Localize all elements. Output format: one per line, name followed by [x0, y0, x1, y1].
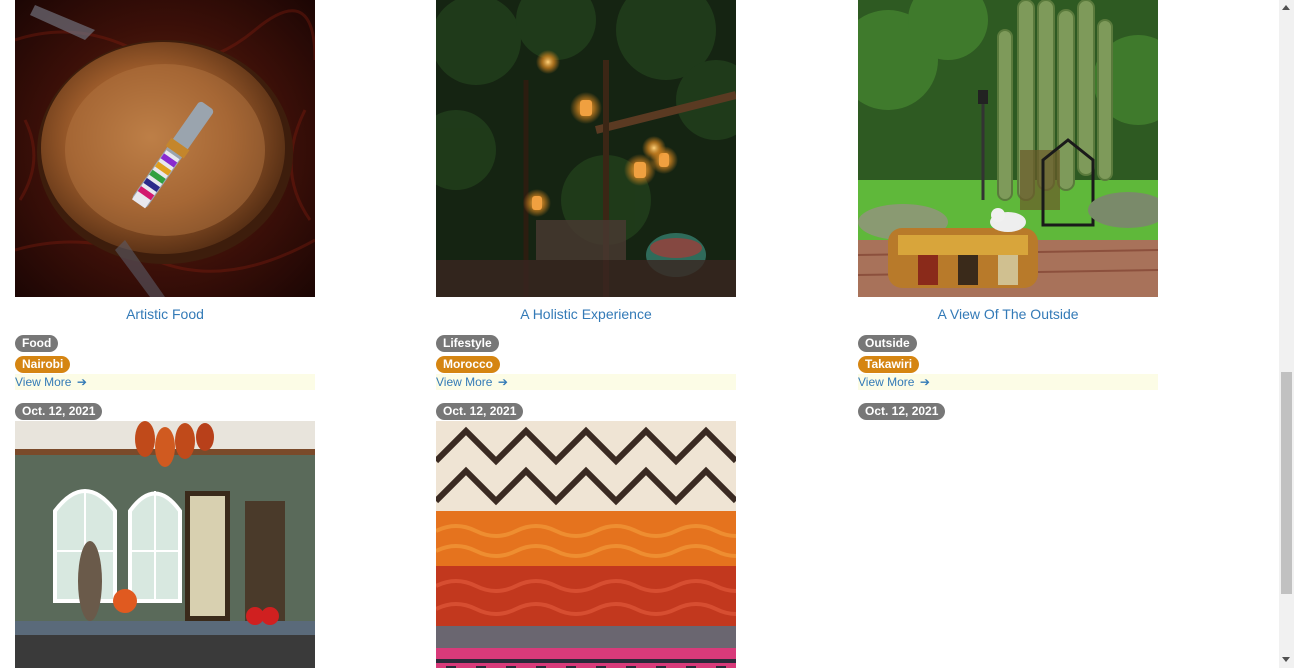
date-badge: Oct. 12, 2021: [15, 403, 103, 420]
view-more-label: View More: [858, 375, 915, 389]
view-more-link[interactable]: View More ➔: [858, 374, 1158, 390]
post-image-garden[interactable]: [858, 0, 1158, 297]
blog-grid: Artistic Food Food Nairobi View More ➔ O…: [0, 0, 1279, 668]
scroll-down-icon[interactable]: [1282, 657, 1290, 662]
post-image-bowl[interactable]: [15, 0, 315, 297]
post-image-lanterns[interactable]: [436, 0, 736, 297]
location-badge[interactable]: Morocco: [436, 356, 501, 373]
date-badge: Oct. 12, 2021: [436, 403, 524, 420]
arrow-right-icon: ➔: [919, 375, 930, 389]
scroll-up-icon[interactable]: [1282, 5, 1290, 10]
post-image-textiles[interactable]: [436, 421, 736, 668]
post-title-link[interactable]: A View Of The Outside: [858, 306, 1158, 322]
arrow-right-icon: ➔: [497, 375, 508, 389]
scrollbar-thumb[interactable]: [1281, 372, 1292, 594]
category-badge[interactable]: Lifestyle: [436, 335, 499, 352]
location-badge[interactable]: Takawiri: [858, 356, 920, 373]
post-title-link[interactable]: A Holistic Experience: [436, 306, 736, 322]
view-more-link[interactable]: View More ➔: [436, 374, 736, 390]
arrow-right-icon: ➔: [76, 375, 87, 389]
category-badge[interactable]: Food: [15, 335, 59, 352]
view-more-link[interactable]: View More ➔: [15, 374, 315, 390]
date-badge: Oct. 12, 2021: [858, 403, 946, 420]
vertical-scrollbar[interactable]: [1279, 0, 1294, 668]
view-more-label: View More: [15, 375, 72, 389]
post-image-dining-room[interactable]: [15, 421, 315, 668]
post-title-link[interactable]: Artistic Food: [15, 306, 315, 322]
category-badge[interactable]: Outside: [858, 335, 917, 352]
view-more-label: View More: [436, 375, 493, 389]
location-badge[interactable]: Nairobi: [15, 356, 71, 373]
